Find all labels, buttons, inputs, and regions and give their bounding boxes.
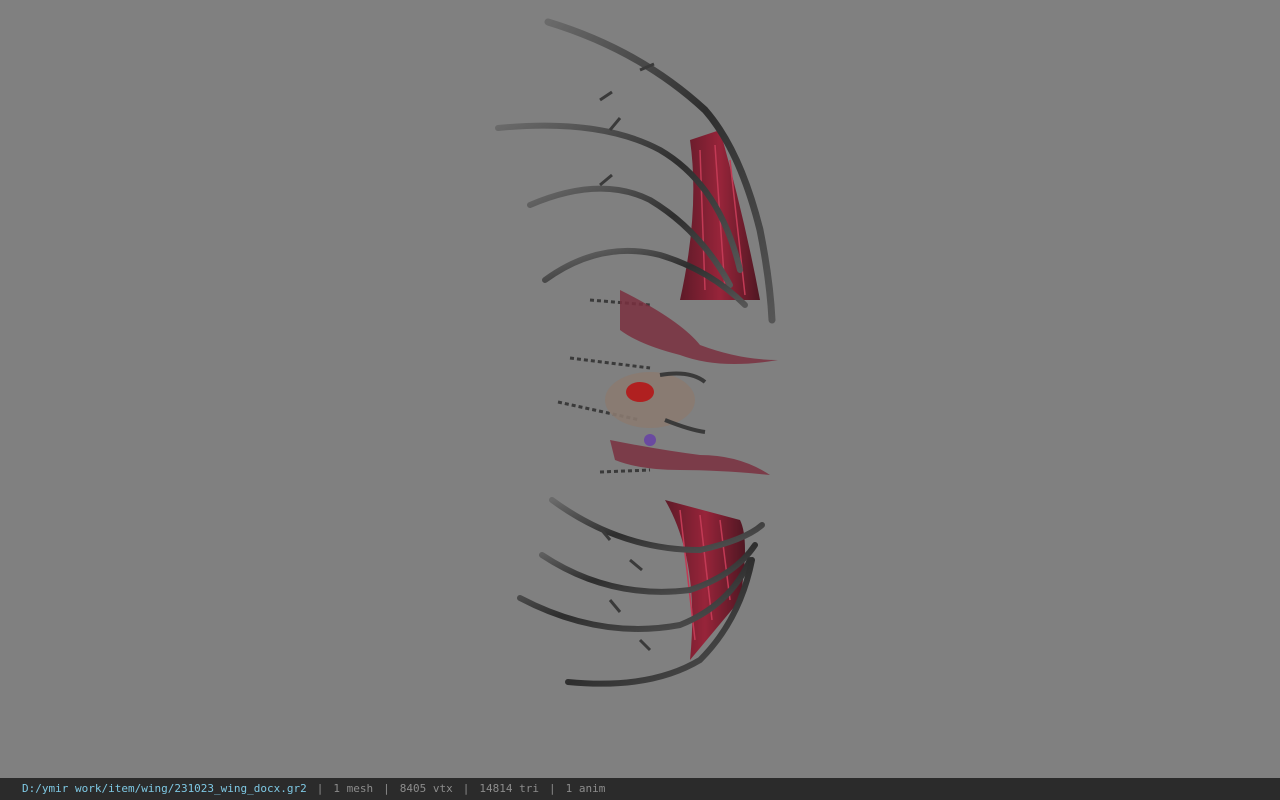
center-body [557, 290, 778, 475]
separator: | [549, 782, 556, 795]
separator: | [383, 782, 390, 795]
anim-count: 1 anim [565, 782, 606, 795]
triangle-count: 14814 tri [479, 782, 539, 795]
vertex-count: 8405 vtx [399, 782, 453, 795]
upper-wing [495, 18, 776, 324]
file-path: D:/ymir work/item/wing/231023_wing_docx.… [22, 782, 307, 795]
mesh-count: 1 mesh [333, 782, 374, 795]
status-bar: D:/ymir work/item/wing/231023_wing_docx.… [0, 778, 1280, 800]
wing-model-render[interactable] [0, 0, 1280, 778]
3d-viewport[interactable] [0, 0, 1280, 778]
lower-wing [517, 497, 765, 687]
separator: | [462, 782, 470, 795]
separator: | [316, 782, 324, 795]
